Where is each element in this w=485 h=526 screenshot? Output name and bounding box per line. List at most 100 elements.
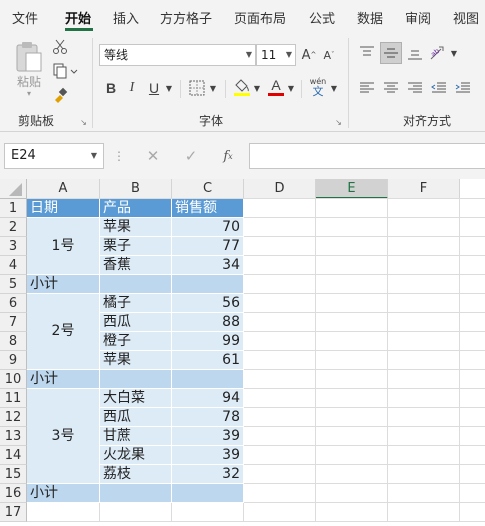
date-merged-cell[interactable]: 3号 <box>27 389 100 484</box>
row-header-16[interactable]: 16 <box>0 484 27 503</box>
sales-cell[interactable]: 39 <box>172 427 244 446</box>
tab-home[interactable]: 开始 <box>65 8 91 27</box>
tab-formulas[interactable]: 公式 <box>309 8 335 27</box>
underline-button[interactable]: U <box>146 78 162 98</box>
name-box[interactable]: E24 ▼ <box>4 143 104 169</box>
formula-input[interactable] <box>249 143 485 169</box>
borders-icon[interactable] <box>187 78 207 98</box>
product-cell[interactable]: 西瓜 <box>100 408 172 427</box>
row-header-6[interactable]: 6 <box>0 294 27 313</box>
tab-data[interactable]: 数据 <box>357 8 383 27</box>
header-cell-sales[interactable]: 销售额 <box>172 199 244 218</box>
paste-button[interactable] <box>12 40 46 74</box>
sales-cell[interactable]: 39 <box>172 446 244 465</box>
decrease-indent-icon[interactable] <box>428 78 450 98</box>
insert-function-icon[interactable]: fx <box>216 146 240 166</box>
clipboard-launcher-icon[interactable]: ↘ <box>79 118 88 127</box>
header-cell-product[interactable]: 产品 <box>100 199 172 218</box>
row-header-8[interactable]: 8 <box>0 332 27 351</box>
cancel-icon[interactable]: ✕ <box>142 146 164 166</box>
column-header-f[interactable]: F <box>388 179 460 199</box>
tab-file[interactable]: 文件 <box>12 8 38 27</box>
product-cell[interactable]: 火龙果 <box>100 446 172 465</box>
row-header-2[interactable]: 2 <box>0 218 27 237</box>
increase-indent-icon[interactable] <box>452 78 474 98</box>
phonetic-guide-button[interactable]: wén 文 <box>307 76 329 98</box>
date-merged-cell[interactable]: 2号 <box>27 294 100 370</box>
align-middle-icon[interactable] <box>380 42 402 64</box>
sales-cell[interactable]: 56 <box>172 294 244 313</box>
row-header-11[interactable]: 11 <box>0 389 27 408</box>
row-header-15[interactable]: 15 <box>0 465 27 484</box>
row-header-17[interactable]: 17 <box>0 503 27 522</box>
column-header-c[interactable]: C <box>172 179 244 199</box>
orientation-dropdown-icon[interactable]: ▼ <box>449 42 459 64</box>
row-header-5[interactable]: 5 <box>0 275 27 294</box>
sales-cell[interactable]: 61 <box>172 351 244 370</box>
product-cell[interactable]: 苹果 <box>100 218 172 237</box>
enter-icon[interactable]: ✓ <box>180 146 202 166</box>
align-center-icon[interactable] <box>380 78 402 98</box>
fill-color-dropdown-icon[interactable]: ▼ <box>252 78 262 98</box>
column-header-a[interactable]: A <box>27 179 100 199</box>
sales-cell[interactable]: 77 <box>172 237 244 256</box>
row-header-12[interactable]: 12 <box>0 408 27 427</box>
subtotal-product-cell[interactable] <box>100 275 172 294</box>
tab-fangfang[interactable]: 方方格子 <box>160 8 212 27</box>
align-left-icon[interactable] <box>356 78 378 98</box>
column-header-d[interactable]: D <box>244 179 316 199</box>
borders-dropdown-icon[interactable]: ▼ <box>208 78 218 98</box>
subtotal-label-cell[interactable]: 小计 <box>27 370 100 389</box>
underline-dropdown-icon[interactable]: ▼ <box>164 78 174 98</box>
copy-icon[interactable] <box>51 62 79 80</box>
sales-cell[interactable]: 99 <box>172 332 244 351</box>
column-header-b[interactable]: B <box>100 179 172 199</box>
decrease-font-size-button[interactable]: Aˇ <box>321 46 337 64</box>
row-header-9[interactable]: 9 <box>0 351 27 370</box>
phonetic-dropdown-icon[interactable]: ▼ <box>329 78 339 98</box>
tab-review[interactable]: 审阅 <box>405 8 431 27</box>
product-cell[interactable]: 香蕉 <box>100 256 172 275</box>
orientation-icon[interactable]: ab <box>428 42 450 64</box>
align-bottom-icon[interactable] <box>404 42 426 64</box>
sales-cell[interactable]: 32 <box>172 465 244 484</box>
align-top-icon[interactable] <box>356 42 378 64</box>
product-cell[interactable]: 西瓜 <box>100 313 172 332</box>
row-header-3[interactable]: 3 <box>0 237 27 256</box>
tab-insert[interactable]: 插入 <box>113 8 139 27</box>
subtotal-sales-cell[interactable] <box>172 484 244 503</box>
subtotal-label-cell[interactable]: 小计 <box>27 484 100 503</box>
subtotal-product-cell[interactable] <box>100 370 172 389</box>
align-right-icon[interactable] <box>404 78 426 98</box>
tab-view[interactable]: 视图 <box>453 8 479 27</box>
select-all-corner[interactable] <box>0 179 27 199</box>
row-header-13[interactable]: 13 <box>0 427 27 446</box>
italic-button[interactable]: I <box>124 78 140 98</box>
sales-cell[interactable]: 34 <box>172 256 244 275</box>
product-cell[interactable]: 荔枝 <box>100 465 172 484</box>
product-cell[interactable]: 苹果 <box>100 351 172 370</box>
increase-font-size-button[interactable]: A ^ <box>301 46 317 64</box>
font-name-dropdown[interactable]: 等线 ▼ <box>99 44 256 66</box>
sales-cell[interactable]: 88 <box>172 313 244 332</box>
product-cell[interactable]: 橘子 <box>100 294 172 313</box>
cut-icon[interactable] <box>51 38 69 56</box>
fill-color-icon[interactable] <box>232 76 252 98</box>
product-cell[interactable]: 大白菜 <box>100 389 172 408</box>
subtotal-sales-cell[interactable] <box>172 370 244 389</box>
date-merged-cell[interactable]: 1号 <box>27 218 100 275</box>
subtotal-label-cell[interactable]: 小计 <box>27 275 100 294</box>
product-cell[interactable]: 栗子 <box>100 237 172 256</box>
header-cell-date[interactable]: 日期 <box>27 199 100 218</box>
sales-cell[interactable]: 78 <box>172 408 244 427</box>
row-header-7[interactable]: 7 <box>0 313 27 332</box>
sales-cell[interactable]: 70 <box>172 218 244 237</box>
subtotal-sales-cell[interactable] <box>172 275 244 294</box>
row-header-14[interactable]: 14 <box>0 446 27 465</box>
font-color-button[interactable]: A <box>266 76 286 98</box>
sales-cell[interactable]: 94 <box>172 389 244 408</box>
column-header-e[interactable]: E <box>316 179 388 199</box>
bold-button[interactable]: B <box>103 78 119 98</box>
product-cell[interactable]: 甘蔗 <box>100 427 172 446</box>
row-header-10[interactable]: 10 <box>0 370 27 389</box>
